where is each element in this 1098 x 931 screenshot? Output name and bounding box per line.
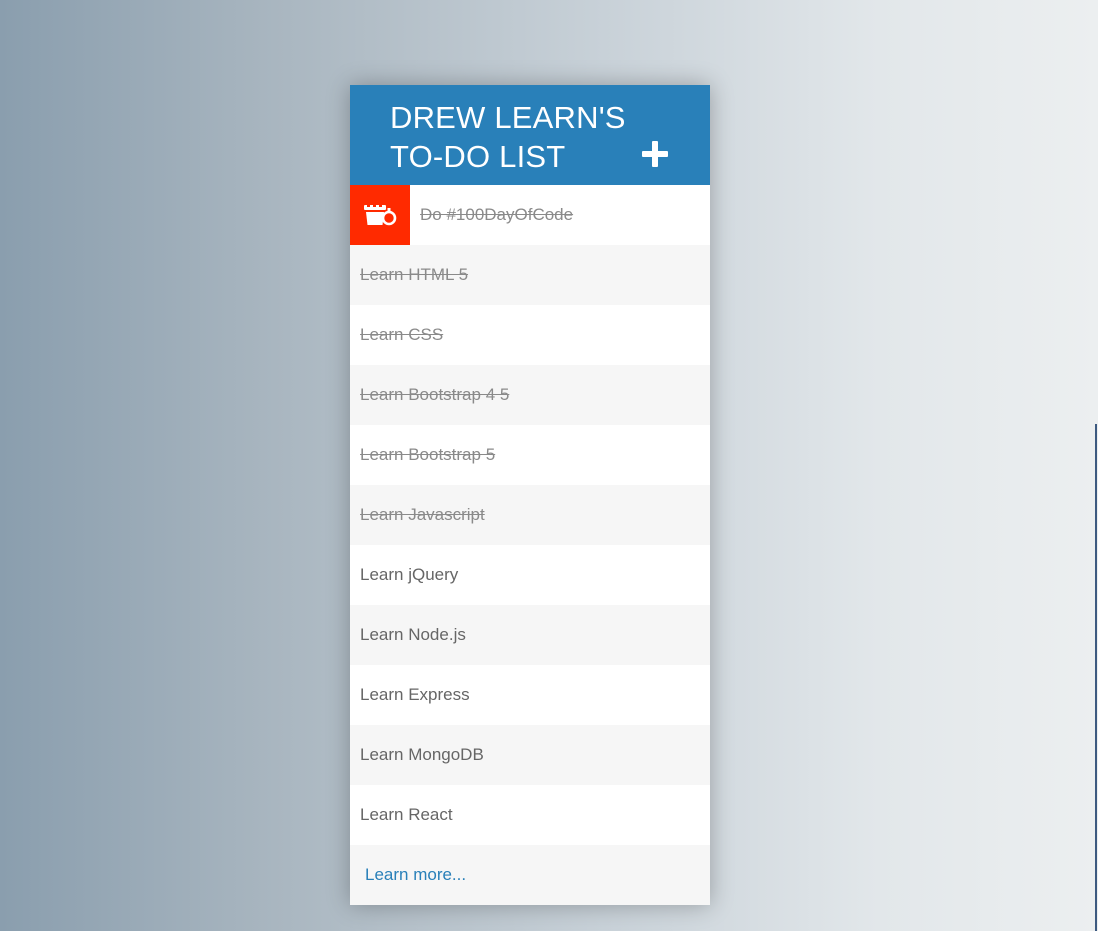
todo-item[interactable]: Do #100DayOfCode bbox=[350, 185, 710, 245]
todo-label: Learn Node.js bbox=[360, 625, 466, 644]
todo-label: Do #100DayOfCode bbox=[420, 205, 574, 224]
todo-label: Learn HTML 5 bbox=[360, 265, 469, 284]
todo-label: Learn Javascript bbox=[360, 505, 485, 524]
todo-label: Learn React bbox=[360, 805, 453, 824]
plus-icon bbox=[642, 141, 668, 167]
todo-label: Learn Bootstrap 4 5 bbox=[360, 385, 510, 404]
title-line-1: DREW LEARN'S bbox=[390, 100, 626, 135]
trash-icon bbox=[364, 204, 397, 226]
learn-more-link[interactable]: Learn more... bbox=[350, 865, 466, 885]
todo-item[interactable]: Learn MongoDB bbox=[350, 725, 710, 785]
todo-label: Learn jQuery bbox=[360, 565, 459, 584]
todo-item[interactable]: Learn Express bbox=[350, 665, 710, 725]
todo-label: Learn CSS bbox=[360, 325, 444, 344]
todo-label: Learn Express bbox=[360, 685, 470, 704]
todo-item[interactable]: Learn Bootstrap 5 bbox=[350, 425, 710, 485]
delete-todo-button[interactable] bbox=[350, 185, 410, 245]
todo-label: Learn Bootstrap 5 bbox=[360, 445, 496, 464]
todo-card: DREW LEARN'S TO-DO LIST Do #100DayOfCode… bbox=[350, 85, 710, 905]
todo-item[interactable]: Learn React bbox=[350, 785, 710, 845]
todo-list: Do #100DayOfCode Learn HTML 5 Learn CSS … bbox=[350, 185, 710, 845]
todo-item[interactable]: Learn Bootstrap 4 5 bbox=[350, 365, 710, 425]
todo-footer: Learn more... bbox=[350, 845, 710, 905]
window-edge-divider bbox=[1095, 424, 1097, 931]
todo-item[interactable]: Learn jQuery bbox=[350, 545, 710, 605]
title-line-2: TO-DO LIST bbox=[390, 139, 566, 174]
todo-item[interactable]: Learn CSS bbox=[350, 305, 710, 365]
todo-header: DREW LEARN'S TO-DO LIST bbox=[350, 85, 710, 185]
todo-item[interactable]: Learn HTML 5 bbox=[350, 245, 710, 305]
todo-item[interactable]: Learn Javascript bbox=[350, 485, 710, 545]
todo-label: Learn MongoDB bbox=[360, 745, 484, 764]
todo-item[interactable]: Learn Node.js bbox=[350, 605, 710, 665]
page-title: DREW LEARN'S TO-DO LIST bbox=[390, 98, 626, 176]
add-todo-button[interactable] bbox=[640, 139, 670, 169]
